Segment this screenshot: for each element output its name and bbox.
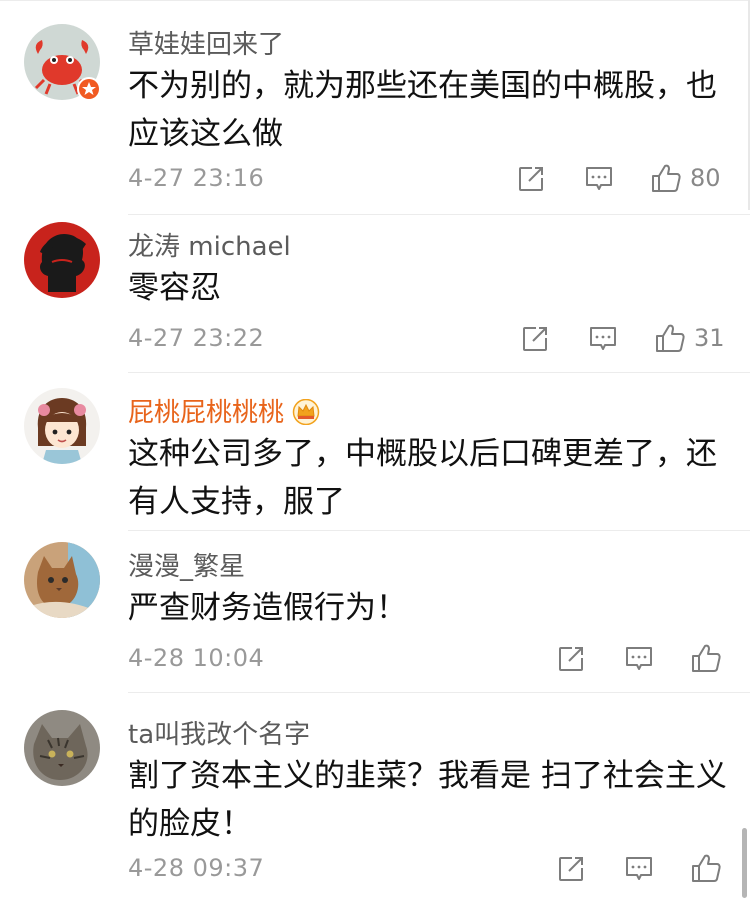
comment-username[interactable]: 漫漫_繁星	[128, 546, 245, 583]
scrollbar[interactable]	[742, 828, 747, 898]
like-button[interactable]	[690, 642, 722, 674]
crown-icon	[292, 398, 320, 432]
comment-username[interactable]: 屁桃屁桃桃桃	[128, 392, 320, 432]
share-icon	[516, 164, 546, 194]
tabby-cat-avatar	[24, 710, 100, 786]
like-count: 31	[694, 324, 725, 352]
vip-badge-icon	[77, 77, 101, 101]
cartoon-girl-avatar	[24, 388, 100, 464]
reply-button[interactable]	[624, 644, 654, 674]
comment-username[interactable]: 草娃娃回来了	[128, 24, 284, 61]
comment-text: 这种公司多了，中概股以后口碑更差了，还有人支持，服了	[128, 436, 717, 520]
cat-avatar	[24, 542, 100, 618]
comment-divider	[128, 372, 750, 373]
reply-button[interactable]	[588, 324, 618, 354]
like-button[interactable]: 31	[654, 322, 725, 354]
thumbs-up-icon	[690, 642, 722, 674]
comment-timestamp: 4-27 23:16	[128, 164, 265, 192]
share-icon	[556, 854, 586, 884]
share-icon	[520, 324, 550, 354]
user-avatar[interactable]	[24, 388, 100, 464]
comment-icon	[588, 324, 618, 354]
comment-text: 严查财务造假行为！	[128, 590, 407, 626]
share-button[interactable]	[556, 644, 586, 674]
thumbs-up-icon	[650, 162, 682, 194]
share-button[interactable]	[556, 854, 586, 884]
username-text: 屁桃屁桃桃桃	[128, 398, 285, 428]
thumbs-up-icon	[690, 852, 722, 884]
like-count: 80	[690, 164, 721, 192]
top-divider	[0, 0, 750, 1]
comment-divider	[128, 214, 750, 215]
comment-text: 割了资本主义的韭菜？我看是 扫了社会主义的脸皮！	[128, 758, 727, 842]
share-button[interactable]	[516, 164, 546, 194]
comment-timestamp: 4-28 09:37	[128, 854, 265, 882]
che-portrait-avatar	[24, 222, 100, 298]
comment-timestamp: 4-27 23:22	[128, 324, 265, 352]
user-avatar[interactable]	[24, 710, 100, 786]
comment-username[interactable]: 龙涛 michael	[128, 226, 291, 263]
comment-timestamp: 4-28 10:04	[128, 644, 265, 672]
comment-icon	[584, 164, 614, 194]
user-avatar[interactable]	[24, 222, 100, 298]
share-button[interactable]	[520, 324, 550, 354]
thumbs-up-icon	[654, 322, 686, 354]
user-avatar[interactable]	[24, 24, 101, 101]
comment-icon	[624, 854, 654, 884]
like-button[interactable]: 80	[650, 162, 721, 194]
like-button[interactable]	[690, 852, 722, 884]
comment-username[interactable]: ta叫我改个名字	[128, 714, 310, 751]
user-avatar[interactable]	[24, 542, 100, 618]
comment-divider	[128, 530, 750, 531]
comment-divider	[128, 692, 750, 693]
comment-text: 不为别的，就为那些还在美国的中概股，也应该这么做	[128, 68, 717, 152]
share-icon	[556, 644, 586, 674]
reply-button[interactable]	[624, 854, 654, 884]
reply-button[interactable]	[584, 164, 614, 194]
comment-text: 零容忍	[128, 270, 221, 306]
comment-icon	[624, 644, 654, 674]
